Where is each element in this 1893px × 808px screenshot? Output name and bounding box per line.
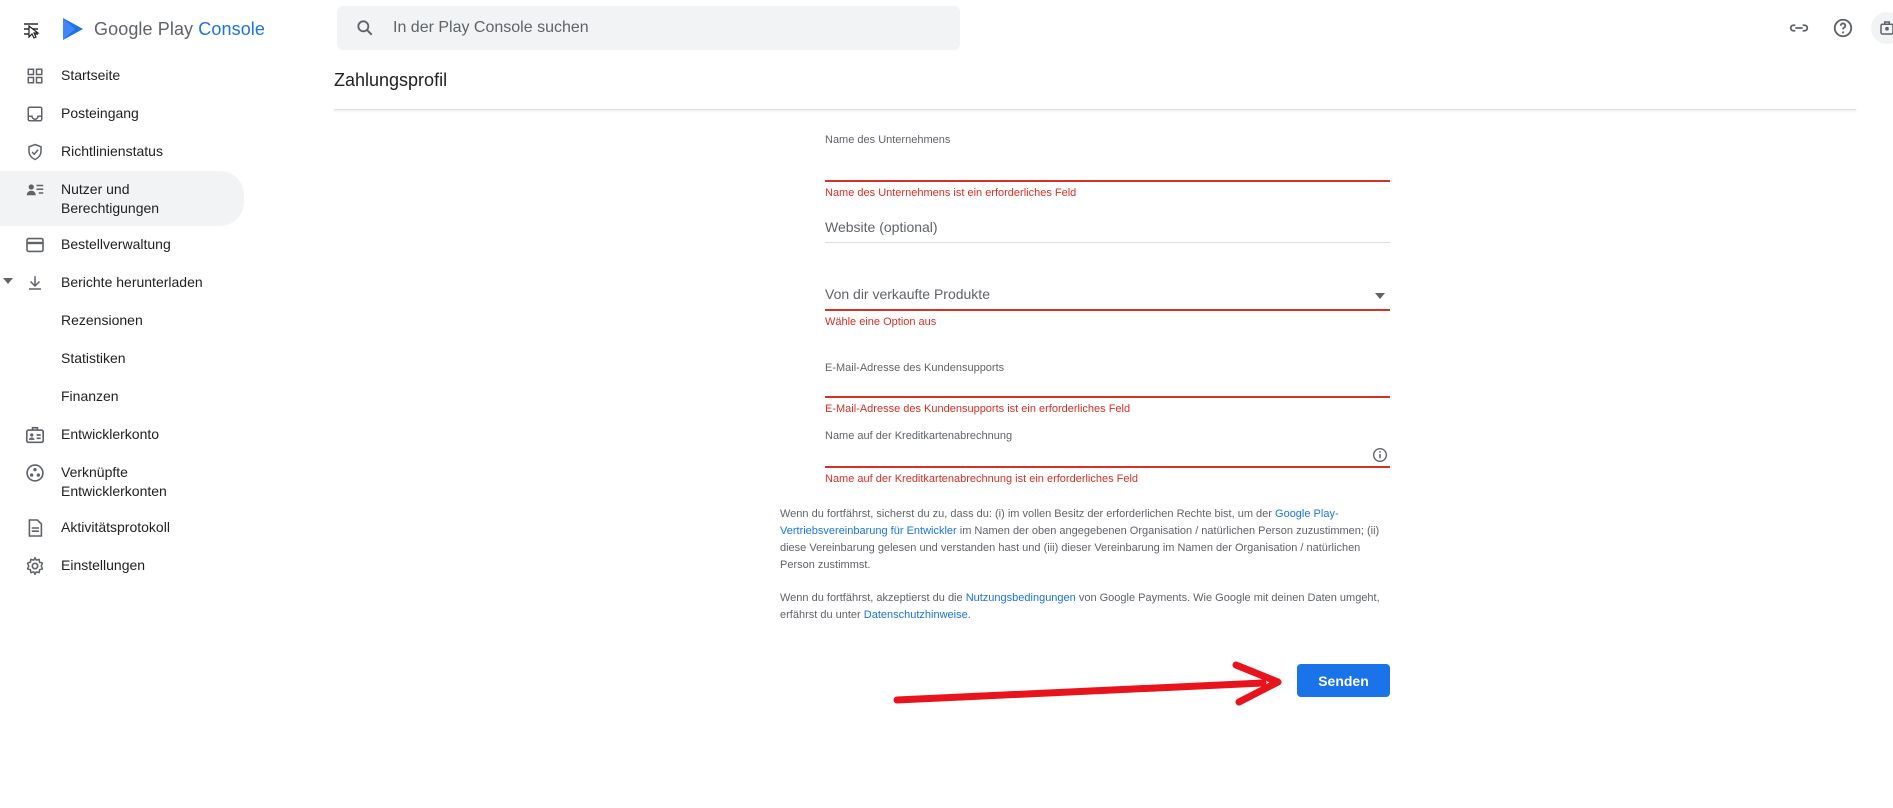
sidebar-item-bestellverwaltung[interactable]: Bestellverwaltung	[0, 226, 246, 264]
sidebar-nav: Startseite Posteingang Richtlinienstatus…	[0, 57, 246, 585]
account-badge-icon	[1880, 21, 1893, 35]
search-icon	[357, 20, 373, 36]
help-button[interactable]	[1827, 12, 1859, 44]
consent-text: Wenn du fortfährst, sicherst du zu, dass…	[780, 508, 1276, 520]
credit-card-icon	[24, 234, 46, 256]
sidebar-item-einstellungen[interactable]: Einstellungen	[0, 547, 246, 585]
support-email-underline	[825, 396, 1390, 398]
sidebar-item-startseite[interactable]: Startseite	[0, 57, 246, 95]
support-email-error: E-Mail-Adresse des Kundensupports ist ei…	[825, 403, 1131, 415]
menu-button[interactable]	[16, 12, 50, 46]
inbox-icon	[24, 103, 46, 125]
consent-text: Wenn du fortfährst, akzeptierst du die	[780, 592, 966, 604]
card-name-label: Name auf der Kreditkartenabrechnung	[825, 430, 1013, 442]
sidebar-item-label: Finanzen	[61, 388, 119, 404]
sidebar-item-label: Berichte herunterladen	[61, 274, 203, 290]
sidebar-item-label: Startseite	[61, 67, 121, 83]
sidebar-item-label: Rezensionen	[61, 312, 143, 328]
sidebar-item-aktivitaetsprotokoll[interactable]: Aktivitätsprotokoll	[0, 509, 246, 547]
sidebar-item-finanzen[interactable]: Finanzen	[0, 378, 246, 416]
badge-icon	[24, 424, 46, 446]
sidebar-item-label: Entwicklerkonto	[61, 426, 160, 442]
website-field[interactable]: Website (optional)	[825, 219, 1390, 255]
products-underline	[825, 309, 1390, 311]
sidebar-item-label: Statistiken	[61, 350, 126, 366]
card-name-field[interactable]: Name auf der Kreditkartenabrechnung Name…	[825, 430, 1390, 490]
sidebar-item-posteingang[interactable]: Posteingang	[0, 95, 246, 133]
website-underline	[825, 242, 1390, 243]
play-console-logo-icon	[63, 18, 83, 40]
sidebar-item-label: Bestellverwaltung	[61, 236, 171, 252]
title-divider	[334, 109, 1856, 110]
card-name-underline	[825, 466, 1390, 468]
website-label: Website (optional)	[825, 219, 938, 235]
menu-icon	[24, 23, 40, 39]
brand-title[interactable]: Google Play Console	[94, 19, 265, 40]
terms-of-service-link[interactable]: Nutzungsbedingungen	[966, 592, 1076, 604]
sidebar-item-label: Posteingang	[61, 105, 139, 121]
sidebar-item-verknuepfte-entwicklerkonten[interactable]: Verknüpfte Entwicklerkonten	[0, 454, 246, 509]
users-icon	[24, 179, 46, 201]
brand-name: Google Play	[94, 18, 194, 39]
logo-area: Google Play Console	[16, 12, 265, 46]
gear-icon	[24, 555, 46, 577]
shield-icon	[24, 141, 46, 163]
sidebar-item-label: Aktivitätsprotokoll	[61, 519, 170, 535]
consent-paragraph-terms: Wenn du fortfährst, akzeptierst du die N…	[780, 590, 1390, 624]
company-name-underline	[825, 180, 1390, 182]
account-button[interactable]	[1871, 12, 1893, 44]
consent-text: .	[967, 609, 971, 621]
search-input[interactable]	[391, 18, 911, 38]
sidebar-item-label: Richtlinienstatus	[61, 143, 163, 159]
page-title: Zahlungsprofil	[334, 70, 448, 90]
sidebar-item-nutzer-und-berechtigungen[interactable]: Nutzer und Berechtigungen	[0, 171, 244, 226]
document-icon	[24, 517, 46, 539]
consent-paragraph-agreement: Wenn du fortfährst, sicherst du zu, dass…	[780, 506, 1390, 574]
products-select[interactable]: Von dir verkaufte Produkte Wähle eine Op…	[825, 286, 1390, 336]
dropdown-arrow-icon	[1375, 293, 1385, 299]
support-email-field[interactable]: E-Mail-Adresse des Kundensupports E-Mail…	[825, 362, 1390, 422]
sidebar-item-label: Nutzer und Berechtigungen	[61, 181, 160, 216]
dashboard-icon	[24, 65, 46, 87]
company-name-field[interactable]: Name des Unternehmens Name des Unternehm…	[825, 134, 1390, 199]
caret-down-icon[interactable]	[3, 276, 13, 286]
products-label: Von dir verkaufte Produkte	[825, 286, 990, 302]
sidebar-item-richtlinienstatus[interactable]: Richtlinienstatus	[0, 133, 246, 171]
brand-suffix: Console	[198, 18, 266, 39]
products-error: Wähle eine Option aus	[825, 316, 937, 328]
download-icon	[24, 272, 46, 294]
company-name-error: Name des Unternehmens ist ein erforderli…	[825, 187, 1077, 199]
sidebar-item-label: Verknüpfte Entwicklerkonten	[61, 464, 167, 499]
submit-button[interactable]: Senden	[1297, 664, 1390, 697]
top-actions	[1771, 12, 1893, 44]
annotation-arrow-icon	[893, 661, 1282, 706]
link-button[interactable]	[1783, 12, 1815, 44]
card-name-error: Name auf der Kreditkartenabrechnung ist …	[825, 473, 1139, 485]
privacy-notice-link[interactable]: Datenschutzhinweise	[864, 609, 968, 621]
sidebar-item-berichte-herunterladen[interactable]: Berichte herunterladen	[0, 264, 246, 302]
support-email-label: E-Mail-Adresse des Kundensupports	[825, 362, 1005, 374]
sidebar-item-rezensionen[interactable]: Rezensionen	[0, 302, 246, 340]
help-icon	[1833, 18, 1853, 38]
company-name-label: Name des Unternehmens	[825, 134, 951, 146]
info-icon[interactable]	[1372, 447, 1388, 463]
sidebar-item-entwicklerkonto[interactable]: Entwicklerkonto	[0, 416, 246, 454]
sidebar-item-label: Einstellungen	[61, 557, 146, 573]
search-bar[interactable]	[337, 6, 960, 50]
linked-accounts-icon	[24, 462, 46, 484]
link-icon	[1789, 24, 1809, 32]
sidebar-item-statistiken[interactable]: Statistiken	[0, 340, 246, 378]
